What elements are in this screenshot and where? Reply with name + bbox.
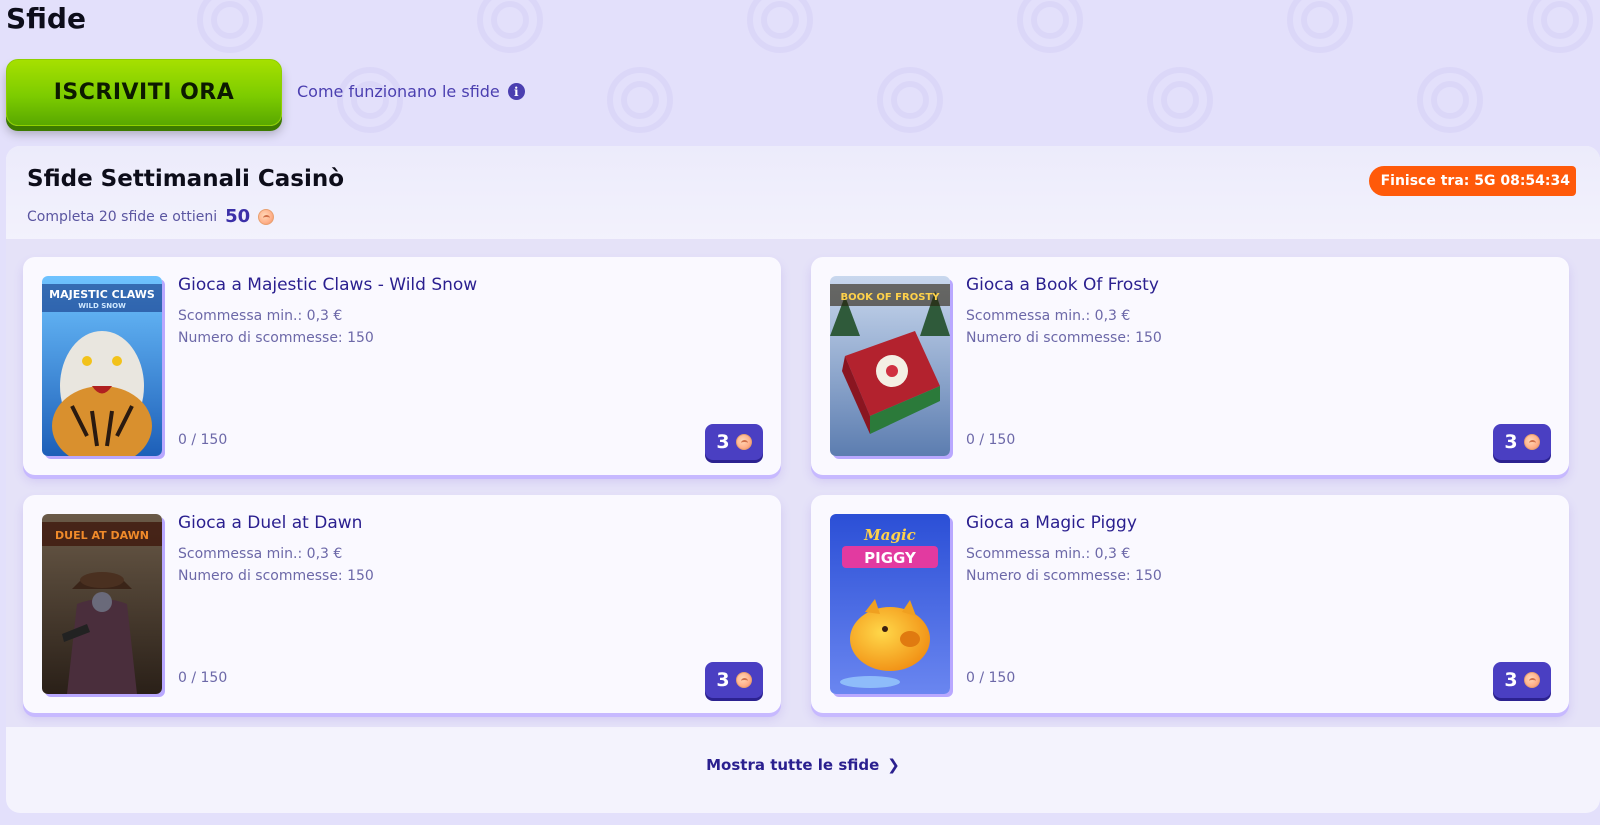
challenge-card[interactable]: BOOK OF FROSTY Gioca a Book Of Frosty Sc… (811, 257, 1569, 475)
reward-badge: 3 (1493, 662, 1551, 698)
number-of-bets: Numero di scommesse: 150 (178, 330, 374, 346)
challenge-title[interactable]: Gioca a Majestic Claws - Wild Snow (178, 275, 477, 295)
min-bet: Scommessa min.: 0,3 € (966, 308, 1131, 324)
number-of-bets: Numero di scommesse: 150 (966, 568, 1162, 584)
panel-subtitle: Completa 20 sfide e ottieni 50 (27, 206, 275, 227)
reward-value: 3 (1504, 431, 1518, 453)
game-thumbnail-duel-at-dawn[interactable]: DUEL AT DAWN (42, 514, 162, 694)
how-challenges-work-link[interactable]: Come funzionano le sfide i (297, 82, 525, 101)
thumb-title: MAJESTIC CLAWS (49, 288, 155, 301)
challenges-grid: MAJESTIC CLAWS WILD SNOW Gioca a Majesti… (6, 239, 1600, 727)
min-bet: Scommessa min.: 0,3 € (178, 308, 343, 324)
challenge-title[interactable]: Gioca a Book Of Frosty (966, 275, 1159, 295)
game-thumbnail-majestic-claws[interactable]: MAJESTIC CLAWS WILD SNOW (42, 276, 162, 456)
min-bet: Scommessa min.: 0,3 € (966, 546, 1131, 562)
reward-value: 3 (716, 431, 730, 453)
challenge-card[interactable]: DUEL AT DAWN Gioca a Duel at Dawn Scomme… (23, 495, 781, 713)
info-icon: i (507, 83, 525, 100)
min-bet: Scommessa min.: 0,3 € (178, 546, 343, 562)
progress-text: 0 / 150 (178, 670, 228, 686)
number-of-bets: Numero di scommesse: 150 (966, 330, 1162, 346)
challenge-card[interactable]: Magic PIGGY Gioca a Magic Piggy Scommess… (811, 495, 1569, 713)
reward-badge: 3 (705, 424, 763, 460)
coin-icon (735, 434, 752, 450)
coin-icon (258, 208, 275, 225)
thumb-title: DUEL AT DAWN (55, 529, 149, 542)
number-of-bets: Numero di scommesse: 150 (178, 568, 374, 584)
game-thumbnail-book-of-frosty[interactable]: BOOK OF FROSTY (830, 276, 950, 456)
thumb-title: BOOK OF FROSTY (841, 292, 941, 303)
challenge-title[interactable]: Gioca a Magic Piggy (966, 513, 1137, 533)
coin-icon (735, 672, 752, 688)
show-all-label: Mostra tutte le sfide (706, 756, 880, 774)
join-now-button[interactable]: ISCRIVITI ORA (6, 59, 282, 126)
challenge-title[interactable]: Gioca a Duel at Dawn (178, 513, 362, 533)
challenge-card[interactable]: MAJESTIC CLAWS WILD SNOW Gioca a Majesti… (23, 257, 781, 475)
weekly-challenges-panel: Sfide Settimanali Casinò Completa 20 sfi… (6, 146, 1600, 813)
total-reward-value: 50 (225, 206, 251, 227)
countdown-timer: Finisce tra: 5G 08:54:34 (1368, 166, 1576, 196)
reward-value: 3 (716, 669, 730, 691)
reward-badge: 3 (1493, 424, 1551, 460)
panel-title: Sfide Settimanali Casinò (27, 166, 345, 192)
coin-icon (1523, 672, 1540, 688)
progress-text: 0 / 150 (178, 432, 228, 448)
thumb-subtitle: WILD SNOW (78, 302, 126, 310)
show-all-challenges-link[interactable]: Mostra tutte le sfide ❯ (6, 756, 1600, 774)
thumb-subtitle: PIGGY (864, 549, 917, 567)
progress-text: 0 / 150 (966, 670, 1016, 686)
coin-icon (1523, 434, 1540, 450)
chevron-right-icon: ❯ (887, 756, 900, 774)
game-thumbnail-magic-piggy[interactable]: Magic PIGGY (830, 514, 950, 694)
reward-value: 3 (1504, 669, 1518, 691)
how-link-label: Come funzionano le sfide (297, 82, 500, 101)
subtitle-text: Completa 20 sfide e ottieni (27, 208, 218, 225)
page-title: Sfide (6, 2, 86, 35)
progress-text: 0 / 150 (966, 432, 1016, 448)
reward-badge: 3 (705, 662, 763, 698)
thumb-title: Magic (863, 526, 916, 544)
